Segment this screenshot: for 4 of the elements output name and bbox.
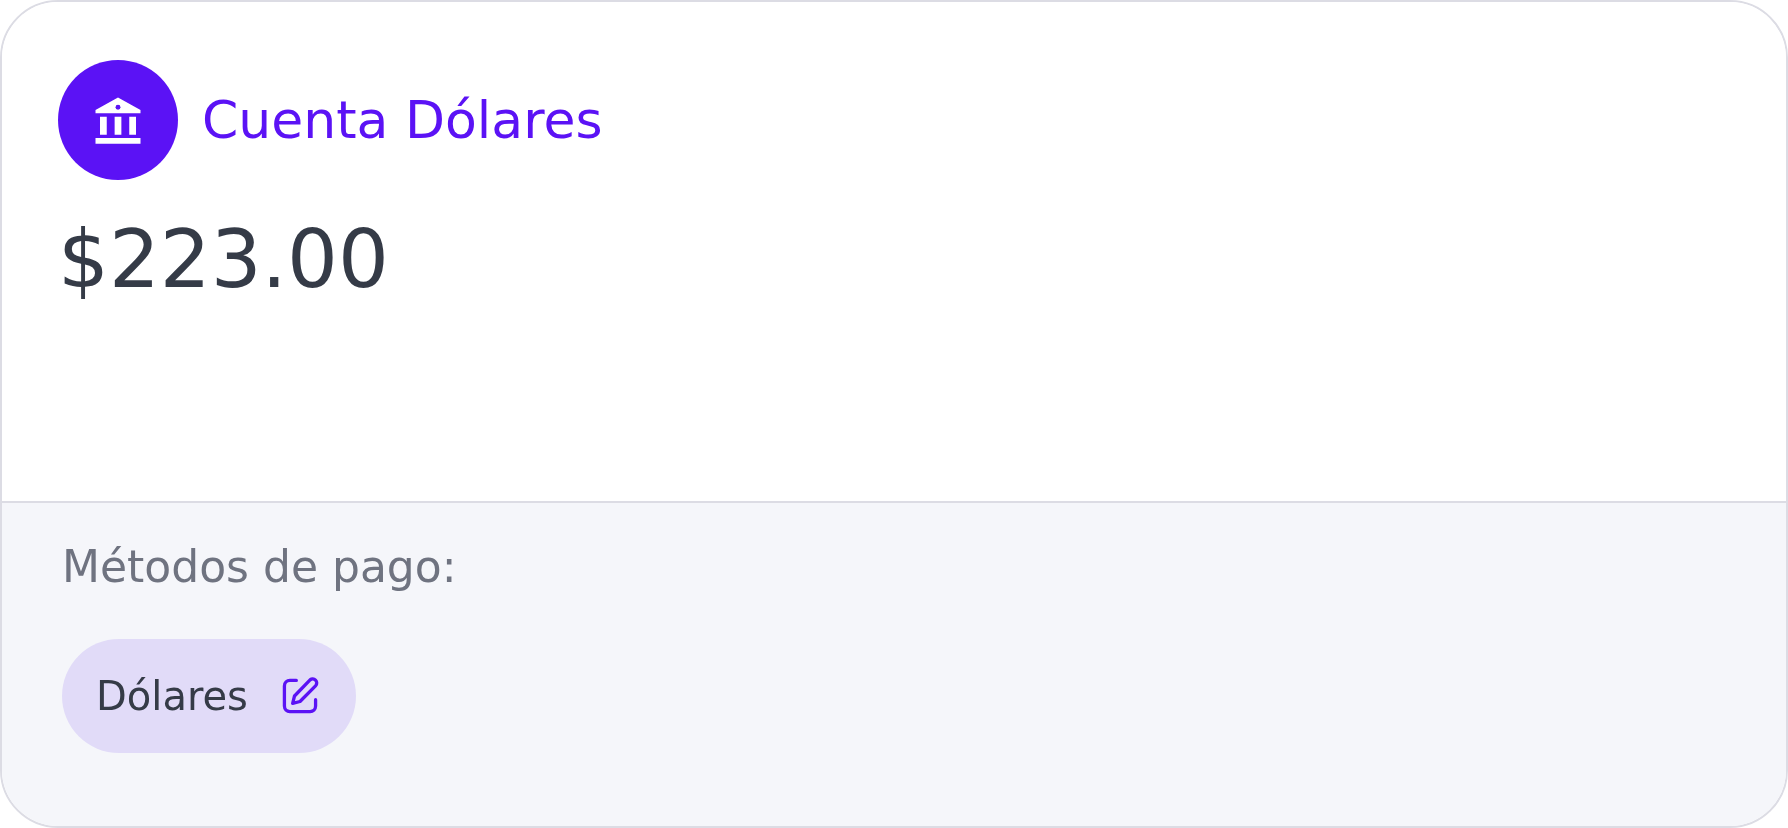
payment-method-chip[interactable]: Dólares [62,639,356,753]
account-balance: $223.00 [58,220,390,300]
account-title: Cuenta Dólares [202,94,603,146]
payment-methods-label: Métodos de pago: [62,545,458,589]
